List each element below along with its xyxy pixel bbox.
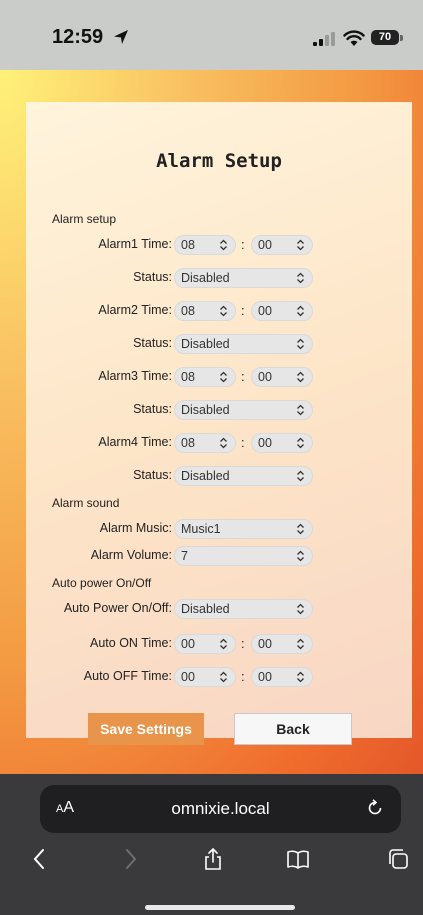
battery-cap — [400, 35, 403, 41]
save-settings-button[interactable]: Save Settings — [88, 713, 204, 745]
alarm1-time-label: Alarm1 Time: — [98, 237, 172, 251]
bookmarks-icon[interactable] — [286, 847, 310, 871]
section-alarm-setup: Alarm setup — [52, 212, 117, 226]
alarm2-hour-select[interactable]: 08 — [174, 301, 236, 321]
share-icon[interactable] — [201, 847, 225, 871]
alarm2-status-label: Status: — [133, 336, 172, 350]
alarm4-status-select[interactable]: Disabled — [174, 466, 313, 486]
stepper-chevron-icon — [220, 437, 227, 449]
alarm-volume-select[interactable]: 7 — [174, 546, 313, 566]
stepper-chevron-icon — [297, 470, 304, 482]
auto-off-hour-select[interactable]: 00 — [174, 667, 236, 687]
auto-on-minute-select[interactable]: 00 — [251, 634, 313, 654]
alarm-music-select[interactable]: Music1 — [174, 519, 313, 539]
stepper-chevron-icon — [297, 671, 304, 683]
stepper-chevron-icon — [220, 371, 227, 383]
alarm3-status-select[interactable]: Disabled — [174, 400, 313, 420]
settings-card: Alarm Setup Alarm setup Alarm1 Time: 08 … — [26, 102, 412, 745]
alarm1-status-label: Status: — [133, 270, 172, 284]
stepper-chevron-icon — [297, 437, 304, 449]
alarm2-status-select[interactable]: Disabled — [174, 334, 313, 354]
location-arrow-icon — [114, 30, 128, 44]
stepper-chevron-icon — [297, 523, 304, 535]
alarm1-hour-select[interactable]: 08 — [174, 235, 236, 255]
status-time: 12:59 — [52, 26, 104, 48]
stepper-chevron-icon — [297, 603, 304, 615]
stepper-chevron-icon — [297, 404, 304, 416]
time-colon: : — [241, 669, 245, 684]
section-alarm-sound: Alarm sound — [52, 496, 120, 510]
alarm3-hour-select[interactable]: 08 — [174, 367, 236, 387]
stepper-chevron-icon — [297, 239, 304, 251]
auto-on-time-label: Auto ON Time: — [90, 636, 172, 650]
alarm1-minute-select[interactable]: 00 — [251, 235, 313, 255]
back-button[interactable]: Back — [234, 713, 352, 745]
stepper-chevron-icon — [220, 638, 227, 650]
tabs-icon[interactable] — [386, 847, 410, 871]
stepper-chevron-icon — [297, 338, 304, 350]
auto-power-label: Auto Power On/Off: — [63, 601, 172, 615]
battery-icon: 70 — [371, 30, 399, 45]
alarm4-hour-select[interactable]: 08 — [174, 433, 236, 453]
reload-icon[interactable] — [365, 798, 385, 818]
alarm4-time-label: Alarm4 Time: — [98, 435, 172, 449]
time-colon: : — [241, 435, 245, 450]
cellular-signal-icon — [313, 32, 335, 46]
stepper-chevron-icon — [220, 239, 227, 251]
alarm2-time-label: Alarm2 Time: — [98, 303, 172, 317]
stepper-chevron-icon — [220, 671, 227, 683]
alarm1-status-select[interactable]: Disabled — [174, 268, 313, 288]
address-bar[interactable]: AA omnixie.local — [40, 785, 401, 833]
alarm4-minute-select[interactable]: 00 — [251, 433, 313, 453]
section-auto-power: Auto power On/Off — [52, 576, 152, 590]
alarm-volume-label: Alarm Volume: — [90, 548, 172, 562]
stepper-chevron-icon — [297, 550, 304, 562]
auto-power-select[interactable]: Disabled — [174, 599, 313, 619]
auto-off-minute-select[interactable]: 00 — [251, 667, 313, 687]
alarm3-time-label: Alarm3 Time: — [98, 369, 172, 383]
status-bar: 12:59 70 — [0, 0, 423, 70]
time-colon: : — [241, 303, 245, 318]
wifi-icon — [343, 30, 365, 46]
stepper-chevron-icon — [297, 305, 304, 317]
alarm3-status-label: Status: — [133, 402, 172, 416]
auto-on-hour-select[interactable]: 00 — [174, 634, 236, 654]
home-indicator — [145, 905, 295, 910]
page-title: Alarm Setup — [156, 150, 282, 172]
url-text: omnixie.local — [171, 799, 270, 818]
web-content: Alarm Setup Alarm setup Alarm1 Time: 08 … — [0, 70, 423, 774]
forward-icon[interactable] — [118, 847, 142, 871]
time-colon: : — [241, 237, 245, 252]
alarm-music-label: Alarm Music: — [99, 521, 172, 535]
time-colon: : — [241, 636, 245, 651]
alarm3-minute-select[interactable]: 00 — [251, 367, 313, 387]
alarm4-status-label: Status: — [133, 468, 172, 482]
time-colon: : — [241, 369, 245, 384]
auto-off-time-label: Auto OFF Time: — [83, 669, 172, 683]
back-icon[interactable] — [28, 847, 52, 871]
stepper-chevron-icon — [297, 371, 304, 383]
stepper-chevron-icon — [297, 272, 304, 284]
alarm2-minute-select[interactable]: 00 — [251, 301, 313, 321]
stepper-chevron-icon — [297, 638, 304, 650]
stepper-chevron-icon — [220, 305, 227, 317]
